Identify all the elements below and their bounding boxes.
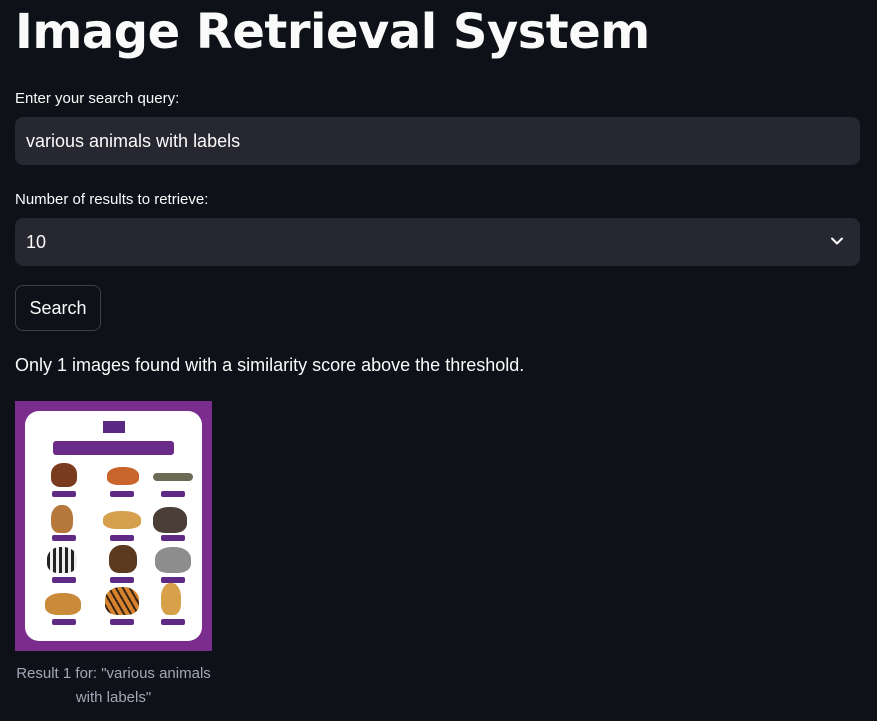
poster-header-banner <box>53 441 174 455</box>
deer-icon <box>51 505 73 533</box>
num-results-value: 10 <box>26 231 47 252</box>
page-title: Image Retrieval System <box>15 4 650 60</box>
search-button[interactable]: Search <box>15 285 101 331</box>
bear-icon <box>109 545 137 573</box>
logo-icon <box>103 421 125 433</box>
crocodile-icon <box>153 473 193 481</box>
label-tag <box>110 535 134 541</box>
chevron-down-icon <box>831 237 843 245</box>
num-results-select[interactable]: 10 <box>15 218 860 266</box>
search-query-label: Enter your search query: <box>15 90 180 107</box>
label-tag <box>52 577 76 583</box>
label-tag <box>110 619 134 625</box>
cheetah-icon <box>103 511 141 529</box>
orangutan-icon <box>51 463 77 487</box>
label-tag <box>161 491 185 497</box>
giraffe-icon <box>161 583 181 615</box>
wild-animals-poster-image <box>25 411 202 641</box>
tiger-icon <box>105 587 139 615</box>
label-tag <box>52 535 76 541</box>
elephant-icon <box>155 547 191 573</box>
label-tag <box>161 619 185 625</box>
search-query-value: various animals with labels <box>26 130 241 151</box>
label-tag <box>110 577 134 583</box>
label-tag <box>52 491 76 497</box>
label-tag <box>161 535 185 541</box>
label-tag <box>110 491 134 497</box>
label-tag <box>52 619 76 625</box>
result-image[interactable] <box>15 401 212 651</box>
result-caption: Result 1 for: "various animals with labe… <box>16 665 211 706</box>
info-message: Only 1 images found with a similarity sc… <box>15 355 525 375</box>
lion-icon <box>45 593 81 615</box>
zebra-icon <box>47 547 77 573</box>
fox-icon <box>107 467 139 485</box>
num-results-label: Number of results to retrieve: <box>15 191 209 208</box>
search-query-input[interactable]: various animals with labels <box>15 117 860 165</box>
bison-icon <box>153 507 187 533</box>
